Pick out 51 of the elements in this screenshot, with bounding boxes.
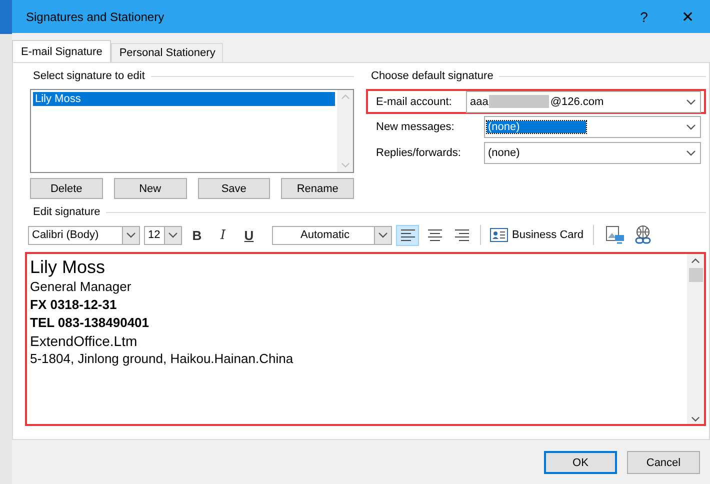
- dropdown[interactable]: aaa @126.com: [466, 90, 701, 112]
- dropdown[interactable]: (none): [484, 142, 701, 164]
- scroll-down-icon[interactable]: [691, 416, 700, 422]
- signature-text-line: 5-1804, Jinlong ground, Haikou.Hainan.China: [30, 350, 294, 368]
- signature-text-line: Lily Moss: [30, 256, 106, 278]
- signature-text-line: ExtendOffice.Ltm: [30, 332, 138, 350]
- dialog-button[interactable]: OK: [544, 451, 617, 474]
- field-label: Replies/forwards:: [376, 147, 462, 159]
- signature-text-line: TEL 083-138490401: [30, 314, 150, 332]
- signature-editor[interactable]: Lily Moss General Manager FX 0318-12-31 TEL 083-138490401 ExtendOffice.Ltm 5-1804, Jinlong ground, Haikou.Hainan.China: [25, 252, 706, 426]
- field-label: New messages:: [376, 121, 456, 133]
- help-button[interactable]: ?: [622, 0, 666, 33]
- caret-icon: [686, 124, 696, 130]
- scroll-up-icon[interactable]: [691, 258, 700, 264]
- group-label: Edit signature: [33, 206, 100, 218]
- align-left-button[interactable]: [396, 224, 419, 246]
- caret-icon: [168, 232, 178, 238]
- font-dropdown[interactable]: Calibri (Body): [28, 226, 140, 244]
- size-dropdown[interactable]: 12: [144, 226, 182, 244]
- format-button[interactable]: B: [186, 225, 208, 245]
- tab[interactable]: Personal Stationery: [111, 43, 224, 62]
- caret-icon: [126, 232, 136, 238]
- dialog-button[interactable]: Delete: [30, 178, 103, 199]
- caret-icon: [686, 150, 696, 156]
- align-icon: [400, 229, 416, 241]
- format-button[interactable]: U: [238, 225, 260, 245]
- dialog-button[interactable]: Cancel: [627, 451, 700, 474]
- business-card-button[interactable]: Business Card: [488, 228, 586, 242]
- group-label: Choose default signature: [371, 70, 494, 82]
- dropdown[interactable]: (none): [484, 116, 701, 138]
- align-icon: [426, 229, 442, 241]
- dialog-button[interactable]: New: [114, 178, 186, 199]
- scroll-thumb[interactable]: [688, 268, 702, 282]
- align-icon: [454, 229, 470, 241]
- format-button[interactable]: I: [212, 225, 234, 245]
- hyperlink-icon[interactable]: [632, 225, 653, 245]
- insert-picture-icon[interactable]: [604, 225, 625, 245]
- close-button[interactable]: ✕: [666, 0, 710, 33]
- signature-item[interactable]: Lily Moss: [33, 92, 335, 106]
- dialog-button[interactable]: Rename: [281, 178, 354, 199]
- color-dropdown[interactable]: Automatic: [272, 226, 392, 244]
- signature-text-line: FX 0318-12-31: [30, 296, 118, 314]
- contact-card-icon: [490, 228, 508, 242]
- scrollbar[interactable]: [687, 254, 704, 424]
- dialog-button[interactable]: Save: [198, 178, 270, 199]
- group-label: Select signature to edit: [33, 70, 145, 82]
- caret-icon: [378, 232, 388, 238]
- caret-icon: [686, 98, 696, 104]
- tab[interactable]: E-mail Signature: [12, 40, 112, 62]
- signature-text-line: General Manager: [30, 278, 132, 296]
- window-title: Signatures and Stationery: [26, 10, 164, 24]
